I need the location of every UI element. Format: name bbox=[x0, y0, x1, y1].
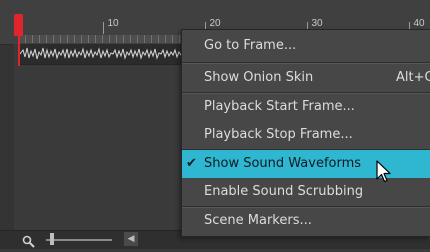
frame-label-30: 30 bbox=[311, 18, 323, 29]
menu-item-shortcut: Alt+O bbox=[396, 70, 430, 85]
zoom-slider-track[interactable] bbox=[46, 239, 112, 241]
frame-ruler-band bbox=[18, 35, 188, 43]
timeline-context-menu: Go to Frame... Show Onion Skin Alt+O Pla… bbox=[181, 29, 430, 237]
playhead-line bbox=[18, 36, 20, 66]
frame-label-10: 10 bbox=[107, 18, 119, 29]
menu-item-enable-sound-scrubbing[interactable]: Enable Sound Scrubbing bbox=[182, 178, 430, 206]
menu-item-show-sound-waveforms[interactable]: ✔ Show Sound Waveforms bbox=[182, 150, 430, 178]
frame-label-20: 20 bbox=[209, 18, 221, 29]
sound-waveform bbox=[20, 44, 184, 65]
menu-item-go-to-frame[interactable]: Go to Frame... bbox=[182, 32, 430, 60]
menu-item-label: Show Onion Skin bbox=[204, 70, 314, 85]
menu-item-label: Scene Markers... bbox=[204, 213, 312, 228]
playhead-handle[interactable] bbox=[14, 14, 23, 36]
arrow-left-icon[interactable]: ◀ bbox=[124, 232, 138, 246]
checkmark-icon: ✔ bbox=[186, 156, 197, 171]
menu-item-playback-start-frame[interactable]: Playback Start Frame... bbox=[182, 93, 430, 121]
menu-item-label: Show Sound Waveforms bbox=[204, 156, 362, 171]
frame-label-40: 40 bbox=[413, 18, 425, 29]
menu-item-label: Playback Stop Frame... bbox=[204, 127, 353, 142]
ruler-tick bbox=[103, 22, 104, 34]
magnifier-icon[interactable] bbox=[22, 233, 36, 252]
menu-item-label: Playback Start Frame... bbox=[204, 99, 355, 114]
mouse-pointer-icon bbox=[376, 160, 392, 188]
menu-item-label: Enable Sound Scrubbing bbox=[204, 184, 364, 199]
menu-item-playback-stop-frame[interactable]: Playback Stop Frame... bbox=[182, 121, 430, 149]
zoom-slider-thumb[interactable] bbox=[50, 233, 54, 245]
menu-item-scene-markers[interactable]: Scene Markers... bbox=[182, 207, 430, 235]
menu-item-show-onion-skin[interactable]: Show Onion Skin Alt+O bbox=[182, 64, 430, 92]
menu-item-label: Go to Frame... bbox=[204, 38, 297, 53]
